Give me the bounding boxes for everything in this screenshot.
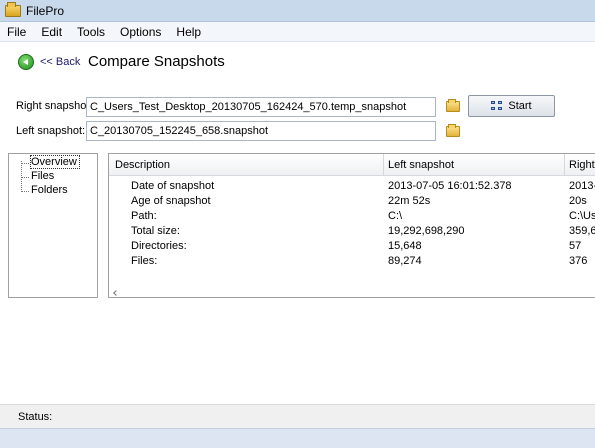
column-divider[interactable] [383, 154, 384, 176]
start-button-label: Start [508, 100, 532, 112]
tree-item-overview[interactable]: Overview [19, 155, 80, 169]
comparison-table: Description Left snapshot Right Date of … [108, 153, 595, 298]
tree-item-files[interactable]: Files [19, 170, 54, 182]
cell-description: Path: [131, 210, 157, 222]
left-snapshot-field[interactable]: C_20130705_152245_658.snapshot [86, 121, 436, 141]
cell-right: 57 [569, 240, 582, 252]
browse-left-folder-icon[interactable] [446, 124, 460, 137]
cell-left: 19,292,698,290 [388, 225, 465, 237]
cell-description: Date of snapshot [131, 180, 215, 192]
tree-item-label: Overview [30, 155, 80, 169]
window-title: FilePro [26, 3, 65, 18]
cell-left: 2013-07-05 16:01:52.378 [388, 180, 512, 192]
cell-description: Age of snapshot [131, 195, 211, 207]
cell-left: 15,648 [388, 240, 422, 252]
status-label: Status: [18, 411, 53, 423]
cell-description: Files: [131, 255, 158, 267]
cell-left: C:\ [388, 210, 403, 222]
menu-bar: File Edit Tools Options Help [0, 22, 595, 42]
right-snapshot-label: Right snapshot: [16, 100, 93, 112]
menu-file[interactable]: File [7, 25, 26, 39]
menu-edit[interactable]: Edit [41, 25, 62, 39]
status-bar: Status: [0, 404, 595, 428]
cell-description: Directories: [131, 240, 187, 252]
page-title: Compare Snapshots [88, 53, 225, 70]
browse-right-folder-icon[interactable] [446, 99, 460, 112]
menu-help[interactable]: Help [176, 25, 201, 39]
back-link[interactable]: << Back [40, 56, 80, 68]
cell-right: 20s [569, 195, 587, 207]
column-header-right[interactable]: Right [569, 159, 595, 171]
table-header: Description Left snapshot Right [109, 154, 595, 176]
network-nodes-icon [491, 100, 504, 112]
cell-right: C:\Us [569, 210, 595, 222]
column-header-description[interactable]: Description [115, 159, 170, 171]
tree-item-folders[interactable]: Folders [19, 184, 68, 196]
cell-left: 22m 52s [388, 195, 431, 207]
bottom-strip [0, 428, 595, 448]
cell-right: 2013- [569, 180, 595, 192]
start-button[interactable]: Start [468, 95, 555, 117]
app-folder-icon [5, 1, 21, 17]
cell-left: 89,274 [388, 255, 422, 267]
scroll-left-icon[interactable] [113, 290, 119, 296]
cell-description: Total size: [131, 225, 180, 237]
column-divider[interactable] [564, 154, 565, 176]
page-header: << Back Compare Snapshots [0, 42, 595, 84]
right-snapshot-field[interactable]: C_Users_Test_Desktop_20130705_162424_570… [86, 97, 436, 117]
menu-tools[interactable]: Tools [77, 25, 105, 39]
cell-right: 376 [569, 255, 588, 267]
navigation-tree: Overview Files Folders [8, 153, 98, 298]
menu-options[interactable]: Options [120, 25, 161, 39]
cell-right: 359,6 [569, 225, 595, 237]
left-snapshot-label: Left snapshot: [16, 125, 86, 137]
column-header-left-snapshot[interactable]: Left snapshot [388, 159, 454, 171]
back-arrow-icon[interactable] [18, 54, 34, 70]
title-bar: FilePro [0, 0, 595, 22]
